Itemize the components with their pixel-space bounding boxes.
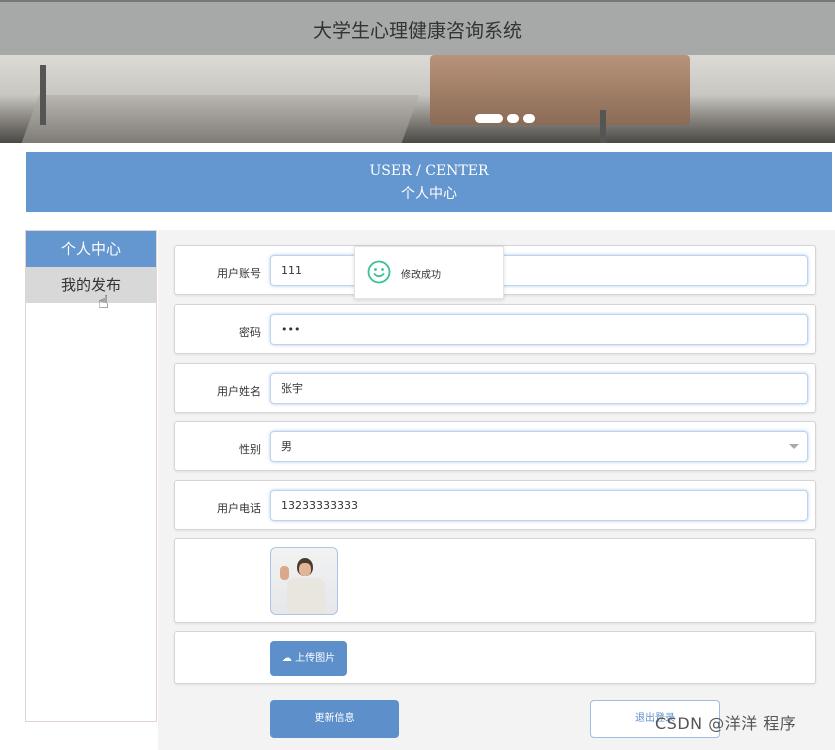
sidebar-item-personal-center[interactable]: 个人中心 xyxy=(26,231,156,267)
system-title: 大学生心理健康咨询系统 xyxy=(312,20,522,42)
sidebar: 个人中心 我的发布 xyxy=(25,230,157,722)
phone-input[interactable]: 13233333333 xyxy=(270,490,808,521)
banner-desk-image xyxy=(430,55,690,125)
phone-label: 用户电话 xyxy=(217,502,261,515)
carousel-dot-1[interactable] xyxy=(475,114,503,123)
carousel-indicators[interactable] xyxy=(475,114,535,123)
avatar-body xyxy=(287,578,325,614)
carousel-dot-2[interactable] xyxy=(507,114,519,123)
smile-icon xyxy=(367,260,391,284)
account-input[interactable]: 111 xyxy=(270,255,808,286)
form-row-avatar xyxy=(174,538,816,623)
banner-carousel xyxy=(0,55,835,143)
banner-desk-leg xyxy=(600,110,606,143)
section-title-cn: 个人中心 xyxy=(401,186,457,202)
update-info-button[interactable]: 更新信息 xyxy=(270,700,399,738)
form-row-gender: 性别 男 xyxy=(174,421,816,471)
hand-cursor-icon: ☝ xyxy=(98,292,109,313)
gender-select[interactable]: 男 xyxy=(270,431,808,462)
section-header: USER / CENTER 个人中心 xyxy=(26,152,832,212)
upload-button-label: 上传图片 xyxy=(295,653,336,664)
chevron-down-icon xyxy=(789,444,799,449)
gender-label: 性别 xyxy=(239,443,261,456)
sidebar-item-label: 个人中心 xyxy=(60,240,121,258)
banner-chair-leg xyxy=(40,65,46,125)
section-title-en: USER / CENTER xyxy=(369,163,489,179)
account-label: 用户账号 xyxy=(217,267,261,280)
csdn-watermark: CSDN @洋洋 程序 xyxy=(655,714,797,733)
cloud-upload-icon: ☁ xyxy=(281,653,292,664)
name-input[interactable]: 张宇 xyxy=(270,373,808,404)
avatar-image[interactable] xyxy=(270,547,338,615)
form-row-upload: ☁ 上传图片 xyxy=(174,631,816,684)
gender-value: 男 xyxy=(281,440,292,453)
sidebar-item-label: 我的发布 xyxy=(60,276,121,294)
password-input[interactable]: ••• xyxy=(270,314,808,345)
toast-message: 修改成功 xyxy=(401,270,441,281)
form-row-password: 密码 ••• xyxy=(174,304,816,354)
sidebar-item-my-posts[interactable]: 我的发布 xyxy=(26,267,156,303)
avatar-hand xyxy=(280,566,289,580)
password-label: 密码 xyxy=(239,326,261,339)
upload-image-button[interactable]: ☁ 上传图片 xyxy=(270,641,347,676)
carousel-dot-3[interactable] xyxy=(523,114,535,123)
top-header-bar: 大学生心理健康咨询系统 xyxy=(0,0,835,55)
name-label: 用户姓名 xyxy=(217,385,261,398)
avatar-face xyxy=(299,563,311,576)
form-row-phone: 用户电话 13233333333 xyxy=(174,480,816,530)
form-row-name: 用户姓名 张宇 xyxy=(174,363,816,413)
banner-chair-image xyxy=(20,95,420,143)
success-toast: 修改成功 xyxy=(354,246,504,299)
